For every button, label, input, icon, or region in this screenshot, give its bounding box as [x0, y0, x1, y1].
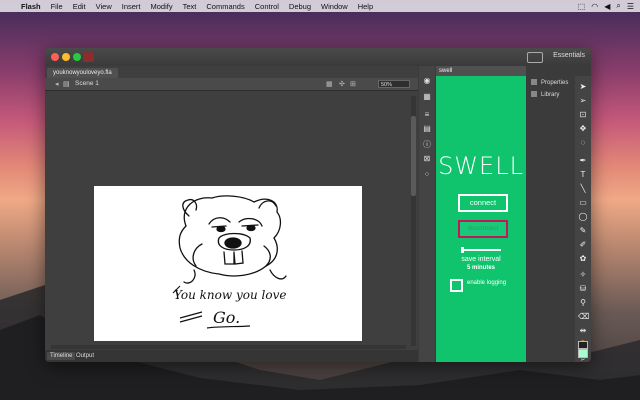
swell-logo: SWELL — [438, 152, 524, 180]
save-interval-label: save interval — [461, 256, 501, 263]
zoom-dropdown[interactable]: 50% — [378, 80, 410, 88]
menu-modify[interactable]: Modify — [146, 2, 178, 11]
properties-icon — [531, 79, 537, 86]
color-wheel-icon[interactable]: ◉ — [422, 76, 432, 86]
3d-rotation-tool-icon[interactable]: ✥ — [578, 124, 588, 134]
workspace-switcher[interactable]: Essentials — [553, 52, 585, 59]
scene-label[interactable]: Scene 1 — [75, 80, 99, 87]
pencil-tool-icon[interactable]: ✎ — [578, 226, 588, 236]
code-snippets-icon[interactable]: ⊠ — [422, 154, 432, 164]
flash-window: Essentials youknowyouloveyo.fla ◂ ▤ Scen… — [45, 48, 591, 362]
eyedropper-tool-icon[interactable]: ⚲ — [578, 298, 588, 308]
stage-text-line2: Go. — [213, 308, 240, 327]
align-icon[interactable]: ≡ — [422, 110, 432, 120]
menu-edit[interactable]: Edit — [68, 2, 91, 11]
deco-tool-icon[interactable]: ✿ — [578, 254, 588, 264]
bone-tool-icon[interactable]: ✧ — [578, 270, 588, 280]
transform-icon[interactable]: ▤ — [422, 124, 432, 134]
volume-icon[interactable]: ◀ — [604, 2, 610, 11]
library-label: Library — [541, 92, 560, 98]
dropbox-icon[interactable]: ⬚ — [578, 2, 586, 11]
search-icon[interactable]: ⌕ — [616, 1, 620, 11]
library-icon — [531, 91, 537, 98]
text-tool-icon[interactable]: T — [578, 170, 588, 180]
back-arrow-icon[interactable]: ◂ — [55, 80, 59, 88]
save-interval-slider[interactable] — [461, 249, 501, 251]
oval-tool-icon[interactable]: ◯ — [578, 212, 588, 222]
workspace-icon[interactable] — [527, 52, 543, 63]
disconnect-button[interactable]: disconnect — [458, 220, 508, 238]
fill-color-swatch[interactable] — [578, 349, 588, 358]
menu-commands[interactable]: Commands — [201, 2, 249, 11]
tools-panel: ➤ ➢ ⊡ ✥ ◌ ✒ T ╲ ▭ ◯ ✎ ✐ ✿ ✧ ⛁ ⚲ ⌫ ⇹ ✋ ⌕ — [575, 76, 591, 362]
properties-label: Properties — [541, 80, 569, 86]
scroll-thumb[interactable] — [411, 116, 416, 196]
swatches-icon[interactable]: ▦ — [422, 92, 432, 102]
beaver-drawing: You know you love Go. — [172, 195, 287, 329]
lasso-tool-icon[interactable]: ◌ — [578, 138, 588, 148]
menu-app-name[interactable]: Flash — [16, 2, 46, 11]
save-interval-value: 5 minutes — [466, 265, 495, 271]
pasteboard: You know you love Go. — [45, 91, 418, 350]
edit-scene-icon[interactable]: ▦ — [326, 80, 333, 88]
swell-panel-tab[interactable]: swell — [436, 66, 526, 76]
timeline-tabbar: Timeline Output — [45, 350, 418, 362]
side-panel-list: Properties Library — [529, 78, 572, 104]
edit-symbol-icon[interactable]: ✣ — [339, 80, 345, 88]
library-panel-item[interactable]: Library — [531, 90, 559, 100]
zoom-button[interactable] — [73, 53, 81, 61]
properties-panel-item[interactable]: Properties — [531, 78, 568, 88]
notifications-icon[interactable]: ☰ — [627, 2, 634, 11]
wifi-icon[interactable]: ◠ — [591, 2, 598, 11]
logging-checkbox[interactable] — [450, 279, 463, 292]
vertical-scrollbar[interactable] — [411, 96, 416, 346]
free-transform-tool-icon[interactable]: ⊡ — [578, 110, 588, 120]
subselection-tool-icon[interactable]: ➢ — [578, 96, 588, 106]
menu-view[interactable]: View — [91, 2, 117, 11]
swell-panel: SWELL connect disconnect save interval 5… — [436, 76, 526, 362]
tab-timeline[interactable]: Timeline — [47, 352, 76, 360]
rectangle-tool-icon[interactable]: ▭ — [578, 198, 588, 208]
close-button[interactable] — [51, 53, 59, 61]
width-tool-icon[interactable]: ⇹ — [578, 326, 588, 336]
menu-debug[interactable]: Debug — [284, 2, 316, 11]
menu-insert[interactable]: Insert — [117, 2, 146, 11]
flash-logo-icon — [83, 52, 94, 62]
stage-text-line1: You know you love — [174, 288, 286, 302]
center-stage-icon[interactable]: ⊞ — [350, 80, 356, 88]
pen-tool-icon[interactable]: ✒ — [578, 156, 588, 166]
menu-help[interactable]: Help — [353, 2, 378, 11]
brush-tool-icon[interactable]: ✐ — [578, 240, 588, 250]
logging-label: enable logging — [467, 280, 507, 286]
line-tool-icon[interactable]: ╲ — [578, 184, 588, 194]
menu-bar: Flash File Edit View Insert Modify Text … — [0, 0, 640, 12]
edit-bar: ◂ ▤ Scene 1 ▦ ✣ ⊞ 50% — [45, 78, 418, 91]
menu-text[interactable]: Text — [178, 2, 202, 11]
menu-control[interactable]: Control — [250, 2, 284, 11]
menu-file[interactable]: File — [46, 2, 68, 11]
panel-icon-strip: ◉ ▦ ≡ ▤ ⓘ ⊠ ⁘ — [419, 66, 435, 362]
horizontal-scrollbar[interactable] — [51, 345, 406, 349]
document-area: youknowyouloveyo.fla ◂ ▤ Scene 1 ▦ ✣ ⊞ 5… — [45, 66, 418, 362]
scene-icon: ▤ — [63, 81, 70, 88]
info-icon[interactable]: ⓘ — [422, 140, 432, 150]
document-tab[interactable]: youknowyouloveyo.fla — [47, 68, 118, 78]
stage-canvas[interactable]: You know you love Go. — [94, 186, 362, 341]
eraser-tool-icon[interactable]: ⌫ — [578, 312, 589, 322]
stroke-color-swatch[interactable] — [578, 341, 588, 349]
minimize-button[interactable] — [62, 53, 70, 61]
paint-bucket-tool-icon[interactable]: ⛁ — [578, 284, 588, 294]
tab-output[interactable]: Output — [73, 352, 97, 360]
connect-button[interactable]: connect — [458, 194, 508, 212]
side-panel-area — [528, 104, 574, 362]
slider-knob[interactable] — [461, 247, 464, 253]
components-icon[interactable]: ⁘ — [422, 170, 432, 180]
menu-window[interactable]: Window — [316, 2, 353, 11]
selection-tool-icon[interactable]: ➤ — [578, 82, 588, 92]
window-titlebar: Essentials — [45, 48, 591, 66]
